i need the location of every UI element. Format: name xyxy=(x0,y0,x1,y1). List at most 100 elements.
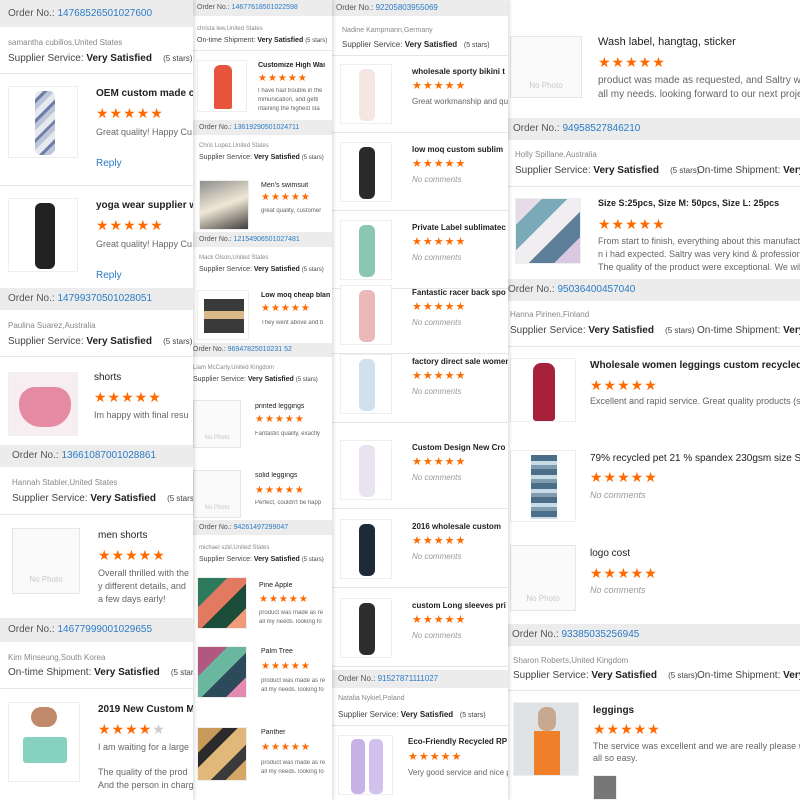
product-title[interactable]: leggings xyxy=(593,705,634,716)
product-thumbnail[interactable] xyxy=(513,702,579,776)
product-title[interactable]: 79% recycled pet 21 % spandex 230gsm siz… xyxy=(590,453,800,464)
product-title[interactable]: factory direct sale women b xyxy=(412,357,508,366)
product-thumbnail[interactable] xyxy=(8,702,80,782)
product-title[interactable]: Fantastic racer back spo xyxy=(412,288,506,297)
star-rating: ★★★★★ xyxy=(96,217,164,233)
reviewer-name: christa lew,United States xyxy=(197,26,263,32)
product-thumbnail[interactable] xyxy=(340,142,392,202)
product-thumbnail[interactable] xyxy=(340,519,392,579)
product-title[interactable]: logo cost xyxy=(590,548,630,559)
review-text: Very good service and nice pr xyxy=(408,768,508,777)
order-number-link[interactable]: 94958527846210 xyxy=(562,123,640,134)
product-thumbnail[interactable] xyxy=(340,285,392,345)
product-title[interactable]: Palm Tree xyxy=(261,648,293,655)
review-text: all so easy. xyxy=(593,753,638,763)
no-comments: No comments xyxy=(412,631,462,640)
product-title[interactable]: Pine Apple xyxy=(259,582,292,589)
order-number-link[interactable]: 14677618501022598 xyxy=(232,4,298,11)
product-title[interactable]: OEM custom made c xyxy=(96,88,193,99)
review-text: I have had trouble in the xyxy=(258,88,323,94)
product-title[interactable]: 2016 wholesale custom xyxy=(412,522,501,531)
product-title[interactable]: Men's swimsuit xyxy=(261,182,308,189)
product-thumbnail[interactable] xyxy=(8,86,78,158)
no-photo-placeholder: No Photo xyxy=(510,36,582,98)
product-title[interactable]: yoga wear supplier w xyxy=(96,200,193,211)
product-title[interactable]: men shorts xyxy=(98,530,147,541)
product-title[interactable]: Eco-Friendly Recycled RP xyxy=(408,737,507,746)
product-thumbnail[interactable] xyxy=(197,727,247,781)
star-rating: ★★★★★ xyxy=(259,594,309,605)
reviewer-name: Hanna Pirinen,Finland xyxy=(510,310,590,319)
order-number-link[interactable]: 14677999001029655 xyxy=(57,624,152,635)
review-text: The quality of the product were exceptio… xyxy=(598,262,800,272)
divider xyxy=(0,185,193,186)
reviewer-name: Natalia Nykiel,Poland xyxy=(338,695,405,702)
product-title[interactable]: Low moq cheap blan xyxy=(261,292,330,299)
order-number-link[interactable]: 96947825010231 52 xyxy=(228,346,292,353)
product-thumbnail[interactable] xyxy=(340,440,392,500)
no-photo-placeholder: No Photo xyxy=(12,528,80,594)
product-title[interactable]: Customize High Wai xyxy=(258,62,325,69)
order-number-link[interactable]: 93385035256945 xyxy=(561,629,639,640)
product-thumbnail[interactable] xyxy=(197,60,247,112)
reply-link[interactable]: Reply xyxy=(96,158,122,169)
star-rating: ★★★★★ xyxy=(590,377,658,393)
product-title[interactable]: Wholesale women leggings custom recycled… xyxy=(590,360,800,371)
product-title[interactable]: Panther xyxy=(261,729,286,736)
star-rating: ★★★★★ xyxy=(412,456,467,468)
order-bar: Order No.: 93385035256945 xyxy=(505,624,800,646)
supplier-service-rating: Supplier Service: Very Satisfied (5 star… xyxy=(8,336,193,347)
review-text: all my needs. looking fo xyxy=(261,769,324,775)
order-number-link[interactable]: 14799370501028051 xyxy=(57,293,152,304)
product-thumbnail[interactable] xyxy=(338,735,393,795)
product-thumbnail[interactable] xyxy=(510,450,576,522)
product-thumbnail[interactable] xyxy=(510,358,576,422)
order-number-link[interactable]: 95036400457040 xyxy=(557,284,635,295)
product-thumbnail[interactable] xyxy=(8,198,78,272)
product-thumbnail[interactable] xyxy=(8,372,78,436)
reply-link[interactable]: Reply xyxy=(96,270,122,281)
order-number-link[interactable]: 13619290501024711 xyxy=(234,124,300,131)
product-title[interactable]: Wash label, hangtag, sticker xyxy=(598,36,736,48)
order-number-link[interactable]: 14768526501027600 xyxy=(57,8,152,19)
star-rating: ★★★★★ xyxy=(258,73,308,84)
product-title[interactable]: Private Label sublimatec xyxy=(412,223,506,232)
star-rating: ★★★★★ xyxy=(598,216,666,232)
product-title[interactable]: wholesale sporty bikini t xyxy=(412,67,505,76)
product-thumbnail[interactable] xyxy=(340,220,392,280)
divider xyxy=(330,132,508,133)
star-rating: ★★★★★ xyxy=(98,547,166,563)
product-figure xyxy=(359,359,375,411)
product-title[interactable]: low moq custom sublim xyxy=(412,145,503,154)
divider xyxy=(0,514,193,515)
order-bar: Order No.: 94958527846210 xyxy=(505,118,800,140)
product-title[interactable]: Size S:25pcs, Size M: 50pcs, Size L: 25p… xyxy=(598,198,779,208)
order-number-link[interactable]: 94261497299047 xyxy=(234,524,289,531)
product-thumbnail[interactable] xyxy=(515,198,581,264)
product-thumbnail[interactable] xyxy=(197,290,249,340)
product-thumbnail[interactable] xyxy=(199,180,249,230)
product-thumbnail[interactable] xyxy=(197,577,247,629)
product-thumbnail[interactable] xyxy=(340,354,392,414)
product-title[interactable]: solid leggings xyxy=(255,472,297,479)
star-rating: ★★★★★ xyxy=(98,721,166,737)
order-number-link[interactable]: 13661087001028861 xyxy=(61,450,156,461)
product-thumbnail[interactable] xyxy=(197,646,247,698)
order-number-link[interactable]: 12154906501027481 xyxy=(234,236,300,243)
product-thumbnail[interactable] xyxy=(340,64,392,124)
review-text: product was made as re xyxy=(261,760,326,766)
review-panel-right: No Photo Wash label, hangtag, sticker ★★… xyxy=(505,0,800,800)
product-title[interactable]: printed leggings xyxy=(255,403,304,410)
star-rating: ★★★★★ xyxy=(261,303,311,314)
review-text: great quality, customer xyxy=(261,208,322,214)
order-number-link[interactable]: 91527871111027 xyxy=(378,674,439,683)
product-title[interactable]: 2019 New Custom M xyxy=(98,704,193,715)
order-number-link[interactable]: 92205803955069 xyxy=(376,3,438,12)
product-title[interactable]: custom Long sleeves pri xyxy=(412,601,506,610)
review-text: product was made as re xyxy=(261,678,326,684)
product-thumbnail[interactable] xyxy=(340,598,392,658)
product-thumbnail[interactable] xyxy=(593,775,617,800)
reviewer-name: Sharon Roberts,United Kingdom xyxy=(513,656,629,665)
product-title[interactable]: Custom Design New Cro xyxy=(412,443,505,452)
product-title[interactable]: shorts xyxy=(94,372,121,383)
